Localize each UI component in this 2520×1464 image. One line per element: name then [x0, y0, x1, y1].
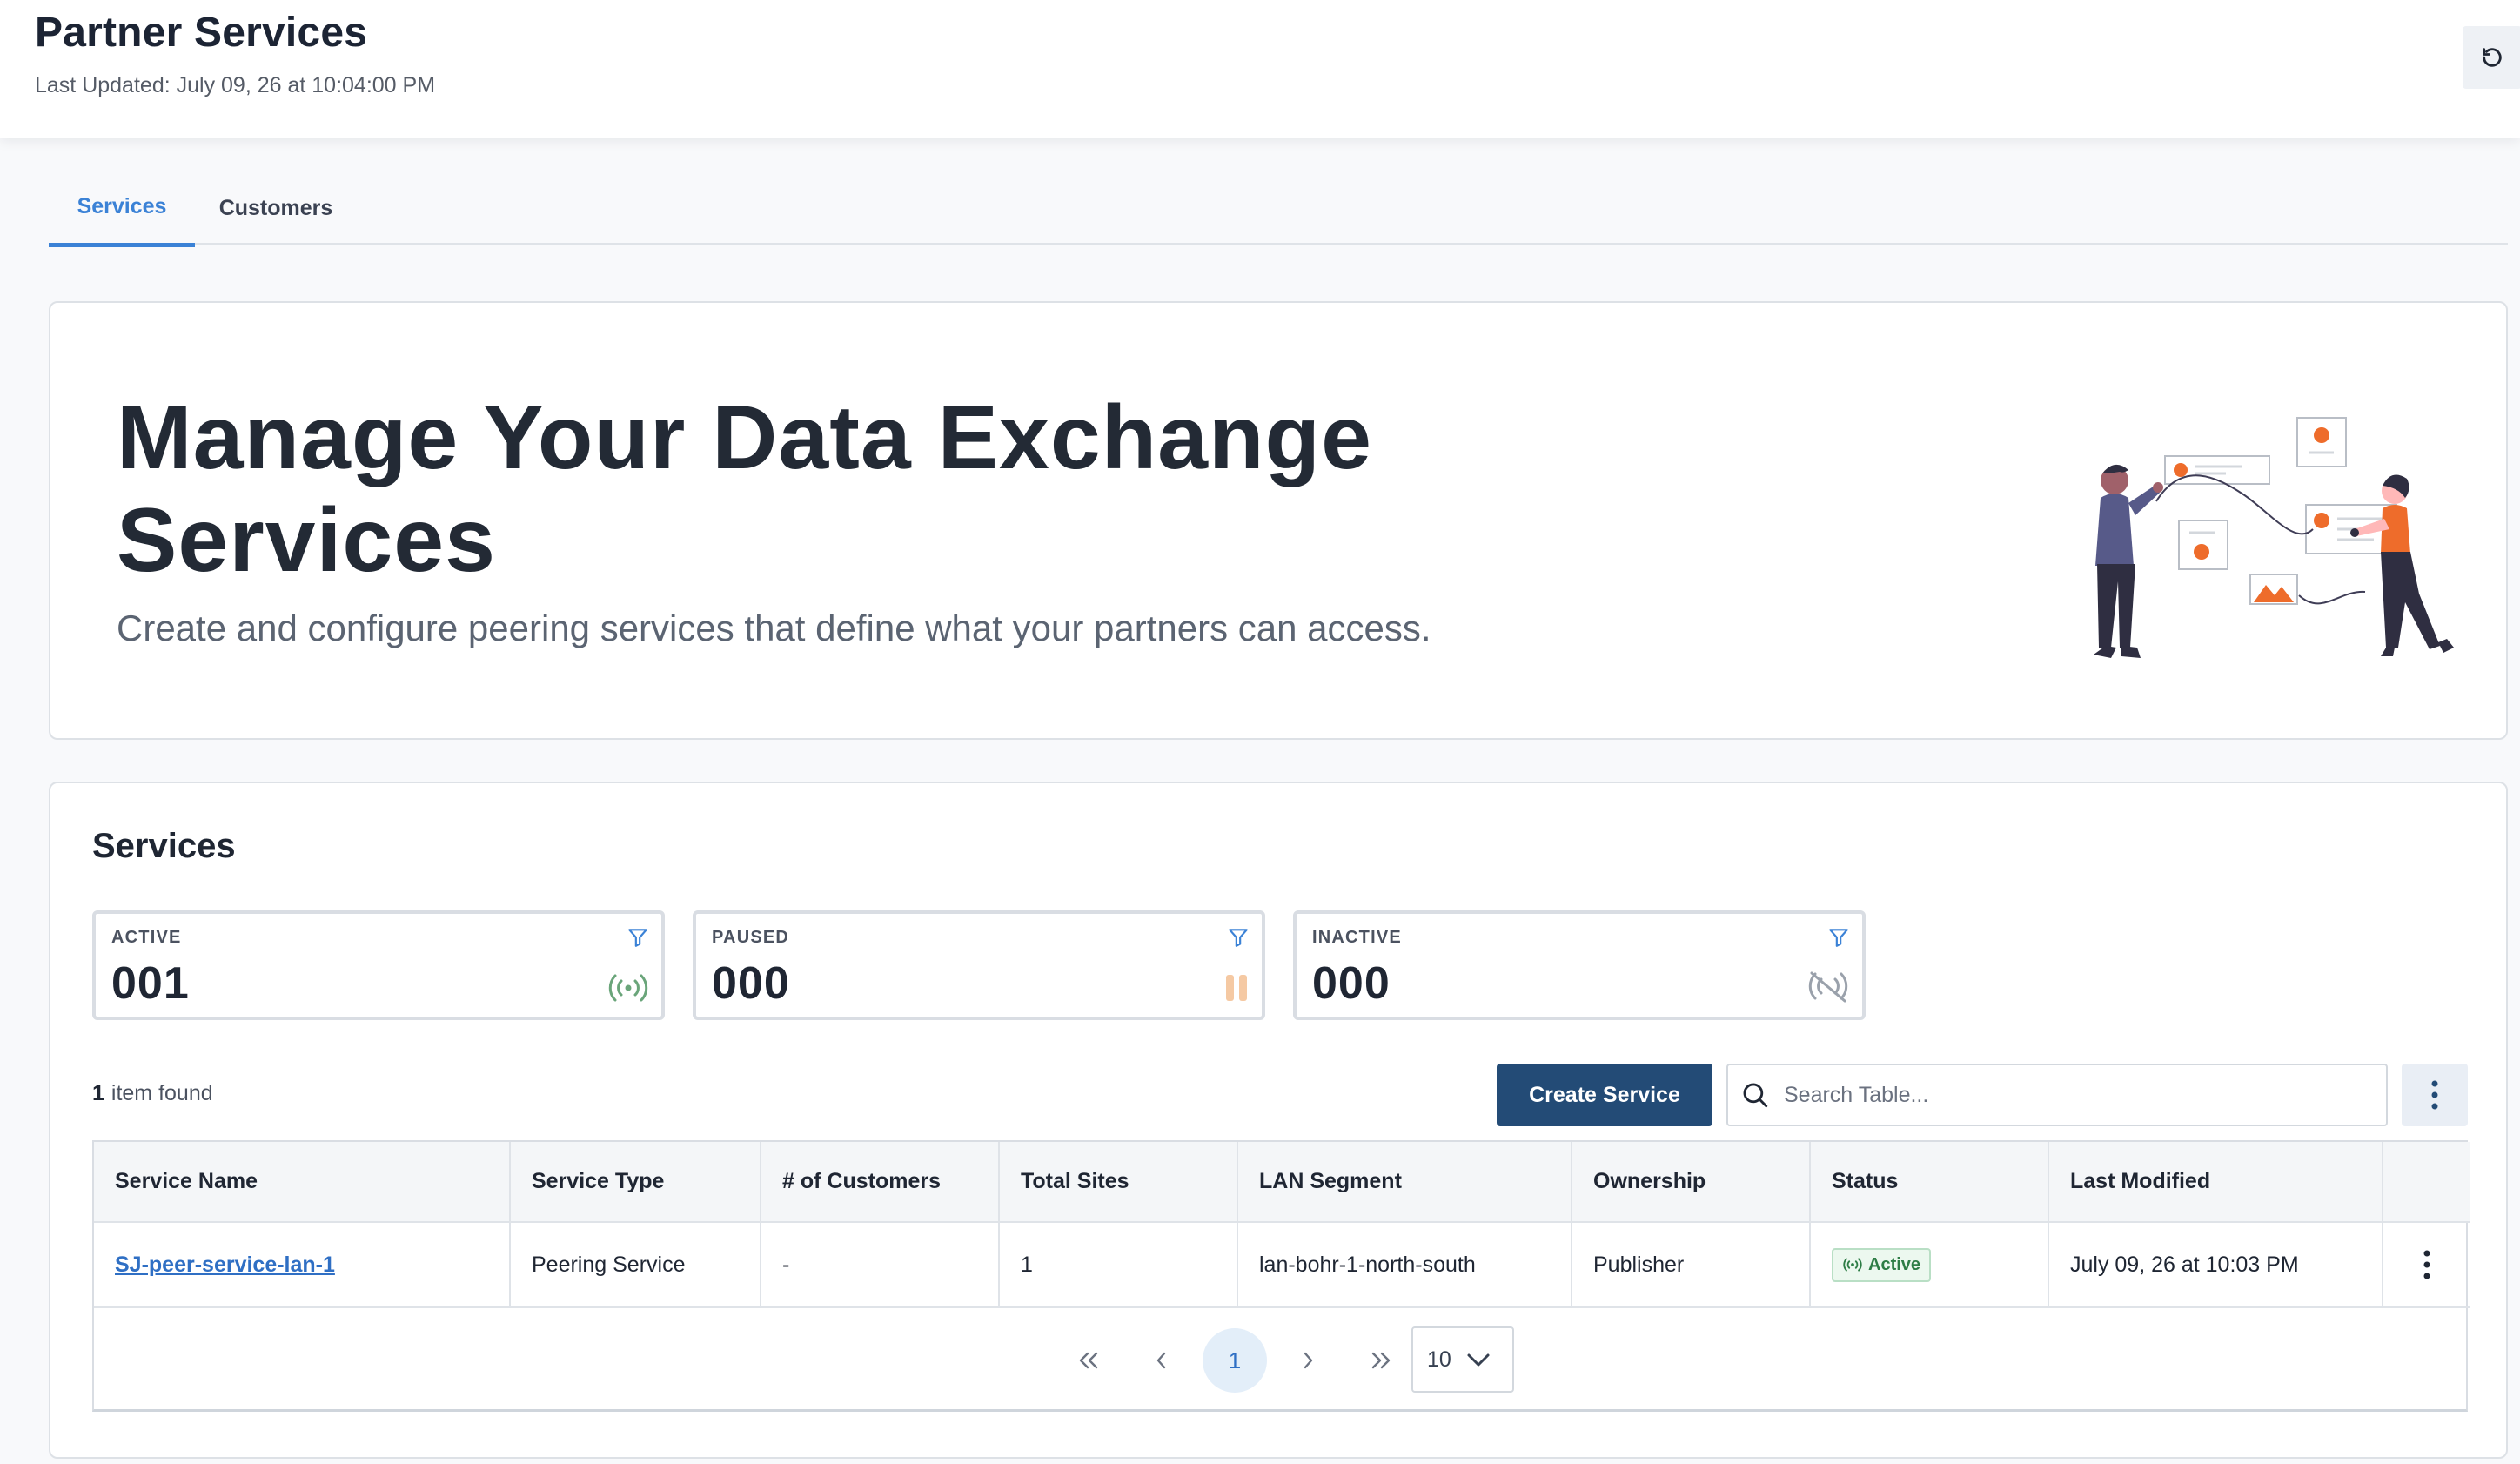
items-found-text: 1 item found: [92, 1081, 213, 1106]
page-size-value: 10: [1427, 1346, 1451, 1372]
filter-icon[interactable]: [1827, 926, 1850, 949]
column-header[interactable]: Service Type: [510, 1142, 761, 1223]
search-input[interactable]: [1784, 1082, 2349, 1108]
first-page-button[interactable]: [1056, 1328, 1121, 1393]
chevrons-right-icon: [1371, 1352, 1391, 1369]
search-box[interactable]: [1726, 1064, 2388, 1126]
service-type-cell: Peering Service: [510, 1222, 761, 1308]
table-header-row: Service Name Service Type # of Customers…: [94, 1142, 2470, 1223]
page-number-button[interactable]: 1: [1203, 1328, 1267, 1393]
hero-subtitle: Create and configure peering services th…: [117, 608, 1431, 648]
page-size-select[interactable]: 10: [1411, 1326, 1514, 1393]
service-name-link[interactable]: SJ-peer-service-lan-1: [115, 1252, 335, 1277]
table-row: SJ-peer-service-lan-1 Peering Service - …: [94, 1222, 2470, 1308]
create-service-button[interactable]: Create Service: [1497, 1064, 1712, 1126]
status-badge: Active: [1832, 1247, 1932, 1282]
stat-value: 001: [111, 958, 190, 1009]
column-header[interactable]: Total Sites: [999, 1142, 1238, 1223]
hero-title: Manage Your Data Exchange Services: [117, 387, 1372, 591]
column-header[interactable]: Last Modified: [2048, 1142, 2383, 1223]
column-header[interactable]: # of Customers: [761, 1142, 1000, 1223]
next-page-button[interactable]: [1276, 1328, 1340, 1393]
chevrons-left-icon: [1079, 1352, 1098, 1369]
tab-customers[interactable]: Customers: [195, 171, 357, 245]
stat-card-paused[interactable]: PAUSED 000: [693, 910, 1265, 1020]
chevron-down-icon: [1467, 1353, 1490, 1367]
row-actions-button[interactable]: [2404, 1250, 2449, 1279]
chevron-right-icon: [1304, 1352, 1313, 1369]
column-header[interactable]: Service Name: [94, 1142, 511, 1223]
items-count: 1: [92, 1081, 104, 1105]
stat-label: ACTIVE: [111, 928, 182, 947]
more-vertical-icon: [2423, 1250, 2430, 1279]
column-header-actions: [2383, 1142, 2470, 1223]
services-title: Services: [92, 827, 236, 865]
table-options-button[interactable]: [2402, 1064, 2468, 1126]
service-name-cell: SJ-peer-service-lan-1: [94, 1222, 511, 1308]
stat-label: PAUSED: [712, 928, 790, 947]
stat-card-active[interactable]: ACTIVE 001: [92, 910, 665, 1020]
status-label: Active: [1868, 1254, 1921, 1274]
tab-bar: Services Customers: [49, 171, 2508, 247]
last-updated-text: Last Updated: July 09, 26 at 10:04:00 PM: [35, 73, 436, 97]
refresh-button[interactable]: [2463, 26, 2520, 89]
refresh-icon: [2483, 48, 2502, 67]
broadcast-icon: [1843, 1258, 1862, 1272]
row-actions-cell: [2383, 1222, 2470, 1308]
total-sites-cell: 1: [999, 1222, 1238, 1308]
column-header[interactable]: LAN Segment: [1237, 1142, 1572, 1223]
services-panel: Services ACTIVE 001 PAUSED 000 INACTIVE …: [49, 782, 2508, 1459]
last-modified-cell: July 09, 26 at 10:03 PM: [2048, 1222, 2383, 1308]
broadcast-icon: [608, 974, 648, 1002]
status-cell: Active: [1810, 1222, 2049, 1308]
pagination: 1 10: [94, 1309, 2466, 1410]
stat-value: 000: [712, 958, 790, 1009]
customers-cell: -: [761, 1222, 1000, 1308]
pause-icon: [1226, 975, 1247, 1001]
filter-icon[interactable]: [627, 926, 649, 949]
ownership-cell: Publisher: [1572, 1222, 1811, 1308]
stat-card-inactive[interactable]: INACTIVE 000: [1293, 910, 1866, 1020]
page-header: Partner Services Last Updated: July 09, …: [0, 0, 2520, 138]
chevron-left-icon: [1156, 1352, 1166, 1369]
items-found-label: item found: [111, 1081, 213, 1105]
previous-page-button[interactable]: [1129, 1328, 1194, 1393]
collaboration-illustration: [2094, 417, 2454, 658]
broadcast-off-icon: [1808, 971, 1848, 1003]
more-vertical-icon: [2431, 1080, 2438, 1110]
column-header[interactable]: Status: [1810, 1142, 2049, 1223]
filter-icon[interactable]: [1227, 926, 1250, 949]
lan-segment-cell: lan-bohr-1-north-south: [1237, 1222, 1572, 1308]
search-icon: [1740, 1080, 1770, 1110]
last-page-button[interactable]: [1349, 1328, 1413, 1393]
column-header[interactable]: Ownership: [1572, 1142, 1811, 1223]
hero-banner: Manage Your Data Exchange Services Creat…: [49, 301, 2508, 740]
page-title: Partner Services: [35, 10, 368, 56]
stat-label: INACTIVE: [1312, 928, 1402, 947]
tab-services[interactable]: Services: [49, 171, 195, 247]
stat-value: 000: [1312, 958, 1391, 1009]
services-table: Service Name Service Type # of Customers…: [92, 1140, 2470, 1412]
